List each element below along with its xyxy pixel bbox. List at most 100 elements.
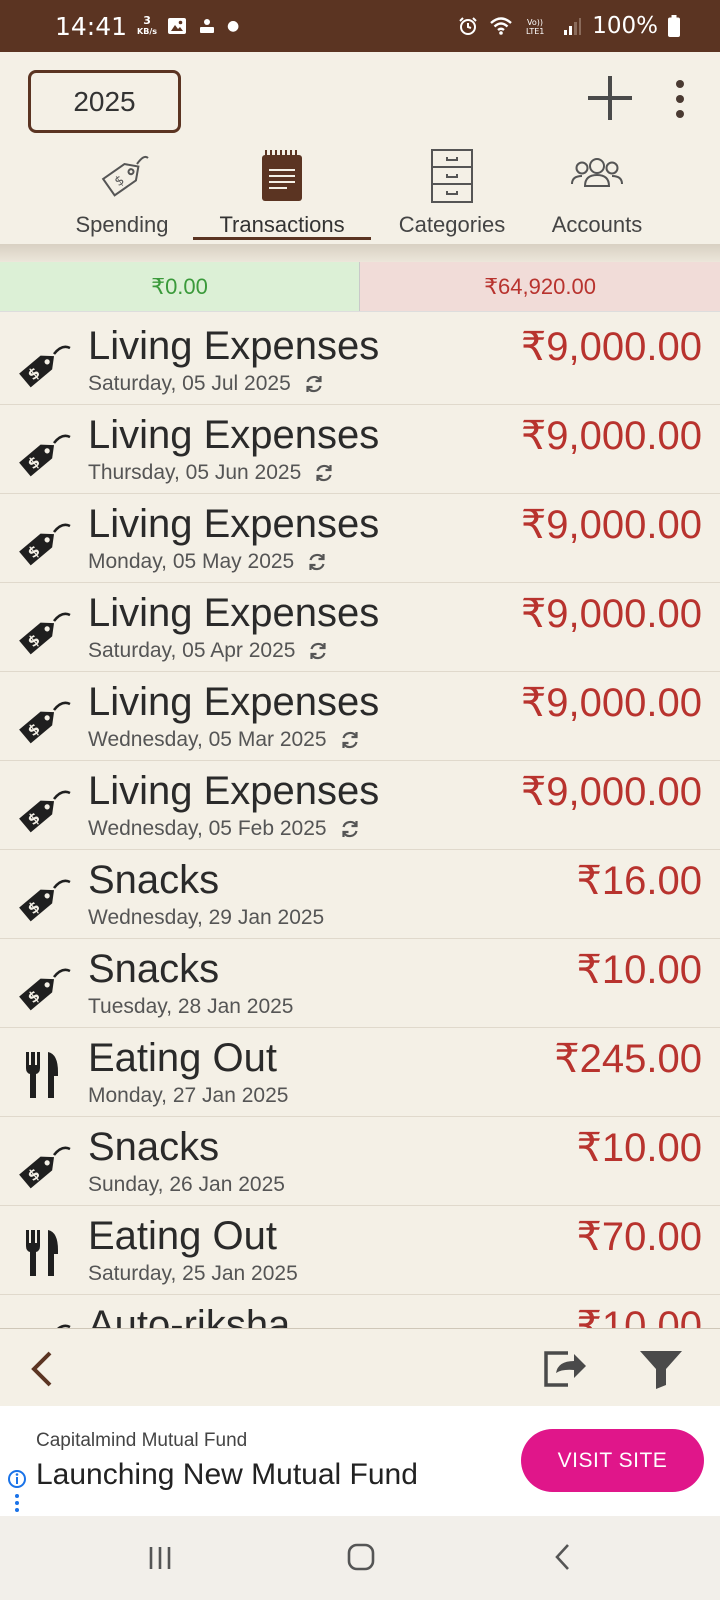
transaction-date-line: Saturday, 25 Jan 2025: [88, 1262, 298, 1286]
transaction-row[interactable]: $ Snacks Sunday, 26 Jan 2025 ₹10.00: [0, 1117, 720, 1206]
notepad-icon: [262, 150, 302, 201]
transaction-date-line: Saturday, 05 Jul 2025: [88, 372, 325, 396]
transaction-row[interactable]: $ Living Expenses Wednesday, 05 Feb 2025…: [0, 761, 720, 850]
transaction-amount: ₹10.00: [576, 1304, 702, 1328]
transaction-row[interactable]: $ Snacks Wednesday, 29 Jan 2025 ₹16.00: [0, 850, 720, 939]
transaction-row[interactable]: $ Snacks Tuesday, 28 Jan 2025 ₹10.00: [0, 939, 720, 1028]
transaction-amount: ₹9,000.00: [520, 592, 702, 636]
file-cabinet-icon: [431, 149, 473, 203]
transaction-date: Wednesday, 05 Feb 2025: [88, 817, 327, 840]
transaction-date: Sunday, 26 Jan 2025: [88, 1173, 285, 1196]
tab-label: Transactions: [219, 212, 345, 237]
price-tag-icon: $: [14, 334, 72, 392]
bottom-toolbar: [0, 1328, 720, 1406]
transaction-row[interactable]: $ Living Expenses Monday, 05 May 2025 ₹9…: [0, 494, 720, 583]
price-tag-icon: $: [101, 155, 149, 197]
income-total: ₹0.00: [0, 262, 360, 311]
recent-apps-icon[interactable]: [146, 1544, 174, 1572]
network-speed-unit: KB/s: [137, 26, 158, 36]
transaction-row[interactable]: Eating Out Monday, 27 Jan 2025 ₹245.00: [0, 1028, 720, 1117]
transaction-amount: ₹70.00: [576, 1215, 702, 1259]
price-tag-icon: $: [14, 957, 72, 1015]
tab-spending[interactable]: $ Spending: [62, 144, 182, 244]
transaction-date-line: Monday, 27 Jan 2025: [88, 1084, 288, 1108]
main-tabs: $ Spending Transactions Categories Accou…: [0, 144, 720, 244]
svg-text:Vo)): Vo)): [527, 18, 543, 27]
transaction-category: Living Expenses: [88, 591, 380, 635]
transaction-amount: ₹9,000.00: [520, 681, 702, 725]
transaction-row[interactable]: $ Living Expenses Saturday, 05 Apr 2025 …: [0, 583, 720, 672]
transaction-date-line: Wednesday, 05 Mar 2025: [88, 728, 361, 752]
recurring-icon: [309, 553, 325, 571]
transaction-row[interactable]: $ Living Expenses Wednesday, 05 Mar 2025…: [0, 672, 720, 761]
price-tag-icon: $: [14, 1135, 72, 1193]
transaction-date-line: Saturday, 05 Apr 2025: [88, 639, 329, 663]
price-tag-icon: $: [14, 512, 72, 570]
tab-label: Categories: [398, 212, 506, 237]
tabs-divider: [0, 244, 720, 262]
transaction-date-line: Sunday, 26 Jan 2025: [88, 1173, 285, 1197]
system-navigation-bar: [0, 1516, 720, 1600]
add-icon[interactable]: [584, 72, 636, 124]
tab-transactions[interactable]: Transactions: [193, 144, 371, 244]
transaction-list[interactable]: $ Living Expenses Saturday, 05 Jul 2025 …: [0, 316, 720, 1328]
price-tag-icon: $: [14, 423, 72, 481]
system-back-icon[interactable]: [550, 1542, 576, 1572]
transaction-amount: ₹9,000.00: [520, 503, 702, 547]
transaction-category: Living Expenses: [88, 413, 380, 457]
visit-site-button[interactable]: VISIT SITE: [521, 1429, 704, 1492]
transaction-date-line: Wednesday, 29 Jan 2025: [88, 906, 324, 930]
volte-icon: Vo))LTE1: [526, 18, 544, 36]
transaction-category: Eating Out: [88, 1036, 278, 1080]
transaction-row[interactable]: $ Auto-riksha ₹10.00: [0, 1295, 720, 1328]
battery-percentage: 100%: [592, 13, 658, 39]
more-notifications-dot-icon: ●: [227, 18, 240, 34]
transaction-date: Wednesday, 29 Jan 2025: [88, 906, 325, 929]
svg-text:LTE1: LTE1: [526, 27, 544, 36]
export-icon[interactable]: [540, 1345, 590, 1391]
gallery-icon: [168, 18, 187, 34]
active-tab-indicator: [193, 237, 371, 240]
tab-categories[interactable]: Categories: [382, 144, 522, 244]
transaction-row[interactable]: $ Living Expenses Saturday, 05 Jul 2025 …: [0, 316, 720, 405]
transaction-row[interactable]: $ Living Expenses Thursday, 05 Jun 2025 …: [0, 405, 720, 494]
app-top-bar: 2025: [0, 52, 720, 144]
transaction-row[interactable]: Eating Out Saturday, 25 Jan 2025 ₹70.00: [0, 1206, 720, 1295]
year-selector-button[interactable]: 2025: [28, 70, 181, 133]
transaction-category: Living Expenses: [88, 324, 380, 368]
transaction-date: Saturday, 25 Jan 2025: [88, 1262, 298, 1285]
transaction-date: Thursday, 05 Jun 2025: [88, 461, 302, 484]
transaction-category: Auto-riksha: [88, 1303, 291, 1328]
transaction-date-line: Monday, 05 May 2025: [88, 550, 328, 574]
transaction-category: Snacks: [88, 947, 220, 991]
previous-period-icon[interactable]: [22, 1347, 62, 1391]
network-speed-value: 3: [143, 13, 151, 27]
transaction-date-line: Wednesday, 05 Feb 2025: [88, 817, 361, 841]
transaction-amount: ₹245.00: [554, 1037, 702, 1081]
network-speed: 3 KB/s: [137, 13, 158, 37]
more-options-icon[interactable]: [668, 74, 692, 124]
home-icon[interactable]: [346, 1542, 376, 1572]
alarm-icon: [459, 17, 477, 35]
transaction-date: Saturday, 05 Jul 2025: [88, 372, 291, 395]
price-tag-icon: $: [14, 601, 72, 659]
recurring-icon: [341, 731, 358, 749]
recurring-icon: [341, 820, 358, 838]
transaction-category: Living Expenses: [88, 502, 380, 546]
transaction-category: Snacks: [88, 1125, 220, 1169]
app-notification-icon: [200, 19, 215, 33]
ad-info-icon[interactable]: [6, 1468, 28, 1518]
transaction-category: Living Expenses: [88, 769, 380, 813]
transaction-amount: ₹9,000.00: [520, 325, 702, 369]
recurring-icon: [310, 642, 327, 660]
summary-bar: ₹0.00 ₹64,920.00: [0, 262, 720, 312]
transaction-date: Tuesday, 28 Jan 2025: [88, 995, 294, 1018]
transaction-amount: ₹9,000.00: [520, 414, 702, 458]
tab-accounts[interactable]: Accounts: [532, 144, 662, 244]
recurring-icon: [316, 464, 332, 482]
filter-icon[interactable]: [636, 1345, 686, 1391]
transaction-date-line: Thursday, 05 Jun 2025: [88, 461, 335, 485]
ad-banner[interactable]: Capitalmind Mutual Fund Launching New Mu…: [0, 1406, 720, 1516]
signal-icon: [564, 18, 582, 35]
expense-total: ₹64,920.00: [360, 262, 720, 311]
